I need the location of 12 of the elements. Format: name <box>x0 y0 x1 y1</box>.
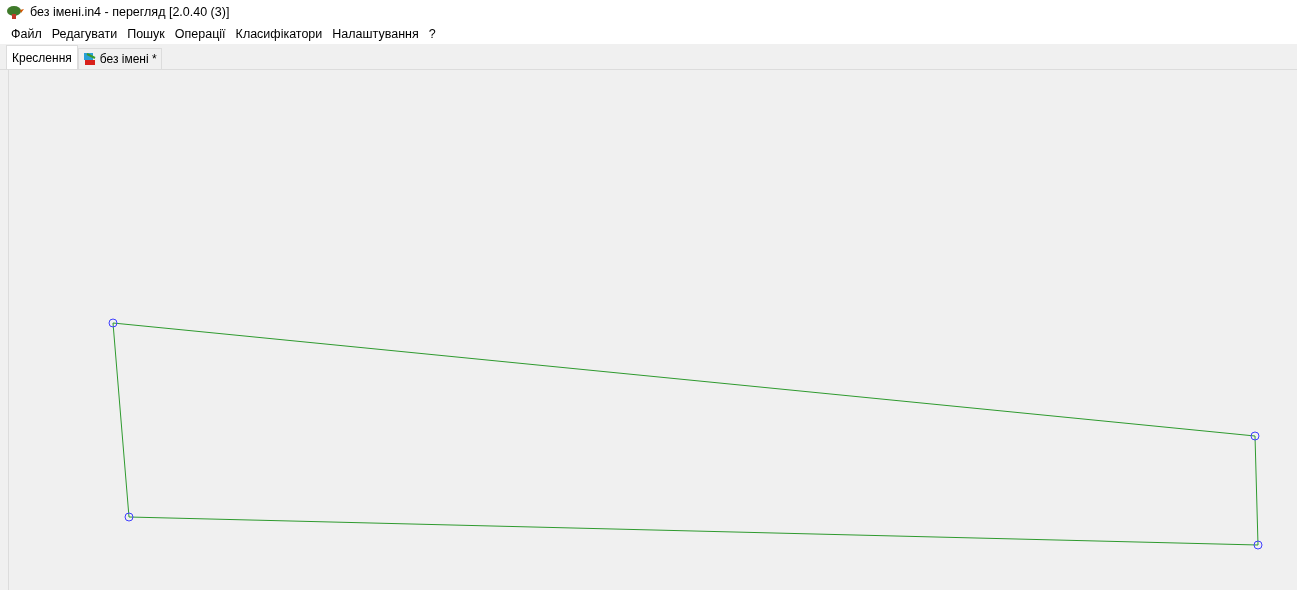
menu-item[interactable]: Файл <box>6 24 47 44</box>
menu-item[interactable]: Редагувати <box>46 24 123 44</box>
menu-item[interactable]: Класифікатори <box>230 24 328 44</box>
menu-item[interactable]: ? <box>423 24 441 44</box>
app-icon <box>6 5 24 19</box>
tab[interactable]: Креслення <box>6 45 78 69</box>
document-icon <box>82 52 97 66</box>
menu-item[interactable]: Налаштування <box>327 24 424 44</box>
tab[interactable]: без імені * <box>77 48 162 69</box>
window-title: без імені.in4 - перегляд [2.0.40 (3)] <box>30 3 230 21</box>
menu-item[interactable]: Пошук <box>122 24 170 44</box>
menu-item[interactable]: Операції <box>169 24 231 44</box>
